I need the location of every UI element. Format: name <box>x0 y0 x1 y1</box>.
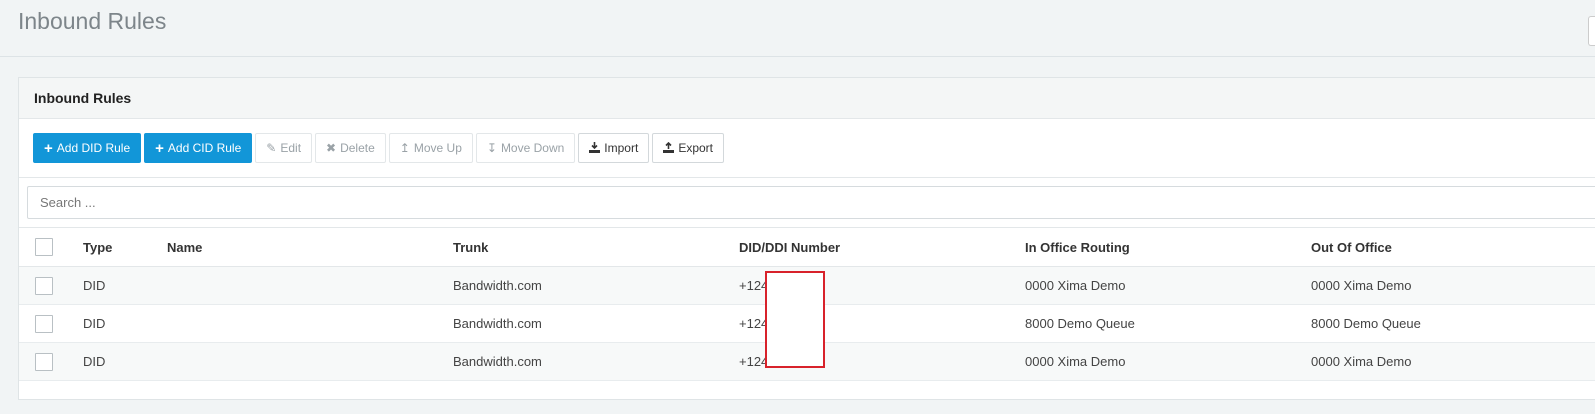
col-in-office[interactable]: In Office Routing <box>1025 227 1311 267</box>
panel-heading: Inbound Rules <box>19 78 1595 119</box>
col-type[interactable]: Type <box>83 227 167 267</box>
arrow-up-icon: ↥ <box>399 141 410 155</box>
col-trunk[interactable]: Trunk <box>453 227 739 267</box>
add-did-rule-label: Add DID Rule <box>56 141 131 155</box>
select-all-checkbox[interactable] <box>35 238 53 256</box>
cell-type: DID <box>83 342 167 381</box>
cell-out-office: 0000 Xima Demo <box>1311 342 1595 381</box>
table-header-row: Type Name Trunk DID/DDI Number In Office… <box>19 227 1595 267</box>
cell-type: DID <box>83 304 167 343</box>
add-cid-rule-label: Add CID Rule <box>167 141 242 155</box>
header-control-edge[interactable] <box>1588 16 1595 46</box>
cell-out-office: 0000 Xima Demo <box>1311 266 1595 305</box>
arrow-down-icon: ↧ <box>486 141 497 155</box>
export-label: Export <box>678 141 713 155</box>
redaction-box <box>765 271 825 368</box>
plus-icon: + <box>44 139 53 157</box>
cell-name <box>167 342 453 381</box>
select-all-cell <box>19 227 83 267</box>
add-cid-rule-button[interactable]: + Add CID Rule <box>144 133 253 163</box>
pencil-icon: ✎ <box>266 141 277 155</box>
row-checkbox[interactable] <box>35 276 53 295</box>
row-select-cell <box>19 304 83 343</box>
col-name[interactable]: Name <box>167 227 453 267</box>
edit-label: Edit <box>280 141 302 155</box>
toolbar: + Add DID Rule + Add CID Rule ✎ Edit ✖ D… <box>19 119 1595 178</box>
cell-out-office: 8000 Demo Queue <box>1311 304 1595 343</box>
move-up-button[interactable]: ↥ Move Up <box>388 133 473 163</box>
row-select-cell <box>19 266 83 305</box>
col-did[interactable]: DID/DDI Number <box>739 227 1025 267</box>
search-container <box>19 178 1595 219</box>
search-input[interactable] <box>27 186 1595 219</box>
import-button[interactable]: Import <box>578 133 650 163</box>
edit-button[interactable]: ✎ Edit <box>255 133 313 163</box>
import-label: Import <box>604 141 639 155</box>
download-icon <box>589 141 601 155</box>
row-checkbox[interactable] <box>35 352 53 371</box>
x-icon: ✖ <box>326 141 337 155</box>
move-down-label: Move Down <box>500 141 565 155</box>
move-up-label: Move Up <box>413 141 462 155</box>
cell-type: DID <box>83 266 167 305</box>
col-out-office[interactable]: Out Of Office <box>1311 227 1595 267</box>
move-down-button[interactable]: ↧ Move Down <box>475 133 576 163</box>
cell-in-office: 8000 Demo Queue <box>1025 304 1311 343</box>
plus-icon: + <box>155 139 164 157</box>
cell-name <box>167 304 453 343</box>
export-button[interactable]: Export <box>652 133 724 163</box>
delete-label: Delete <box>340 141 375 155</box>
upload-icon <box>663 141 675 155</box>
page-title: Inbound Rules <box>18 8 167 34</box>
cell-in-office: 0000 Xima Demo <box>1025 342 1311 381</box>
row-checkbox[interactable] <box>35 314 53 333</box>
cell-in-office: 0000 Xima Demo <box>1025 266 1311 305</box>
cell-name <box>167 266 453 305</box>
cell-trunk: Bandwidth.com <box>453 342 739 381</box>
add-did-rule-button[interactable]: + Add DID Rule <box>33 133 142 163</box>
cell-trunk: Bandwidth.com <box>453 266 739 305</box>
page-header: Inbound Rules <box>0 0 1595 57</box>
cell-trunk: Bandwidth.com <box>453 304 739 343</box>
delete-button[interactable]: ✖ Delete <box>315 133 386 163</box>
row-select-cell <box>19 342 83 381</box>
